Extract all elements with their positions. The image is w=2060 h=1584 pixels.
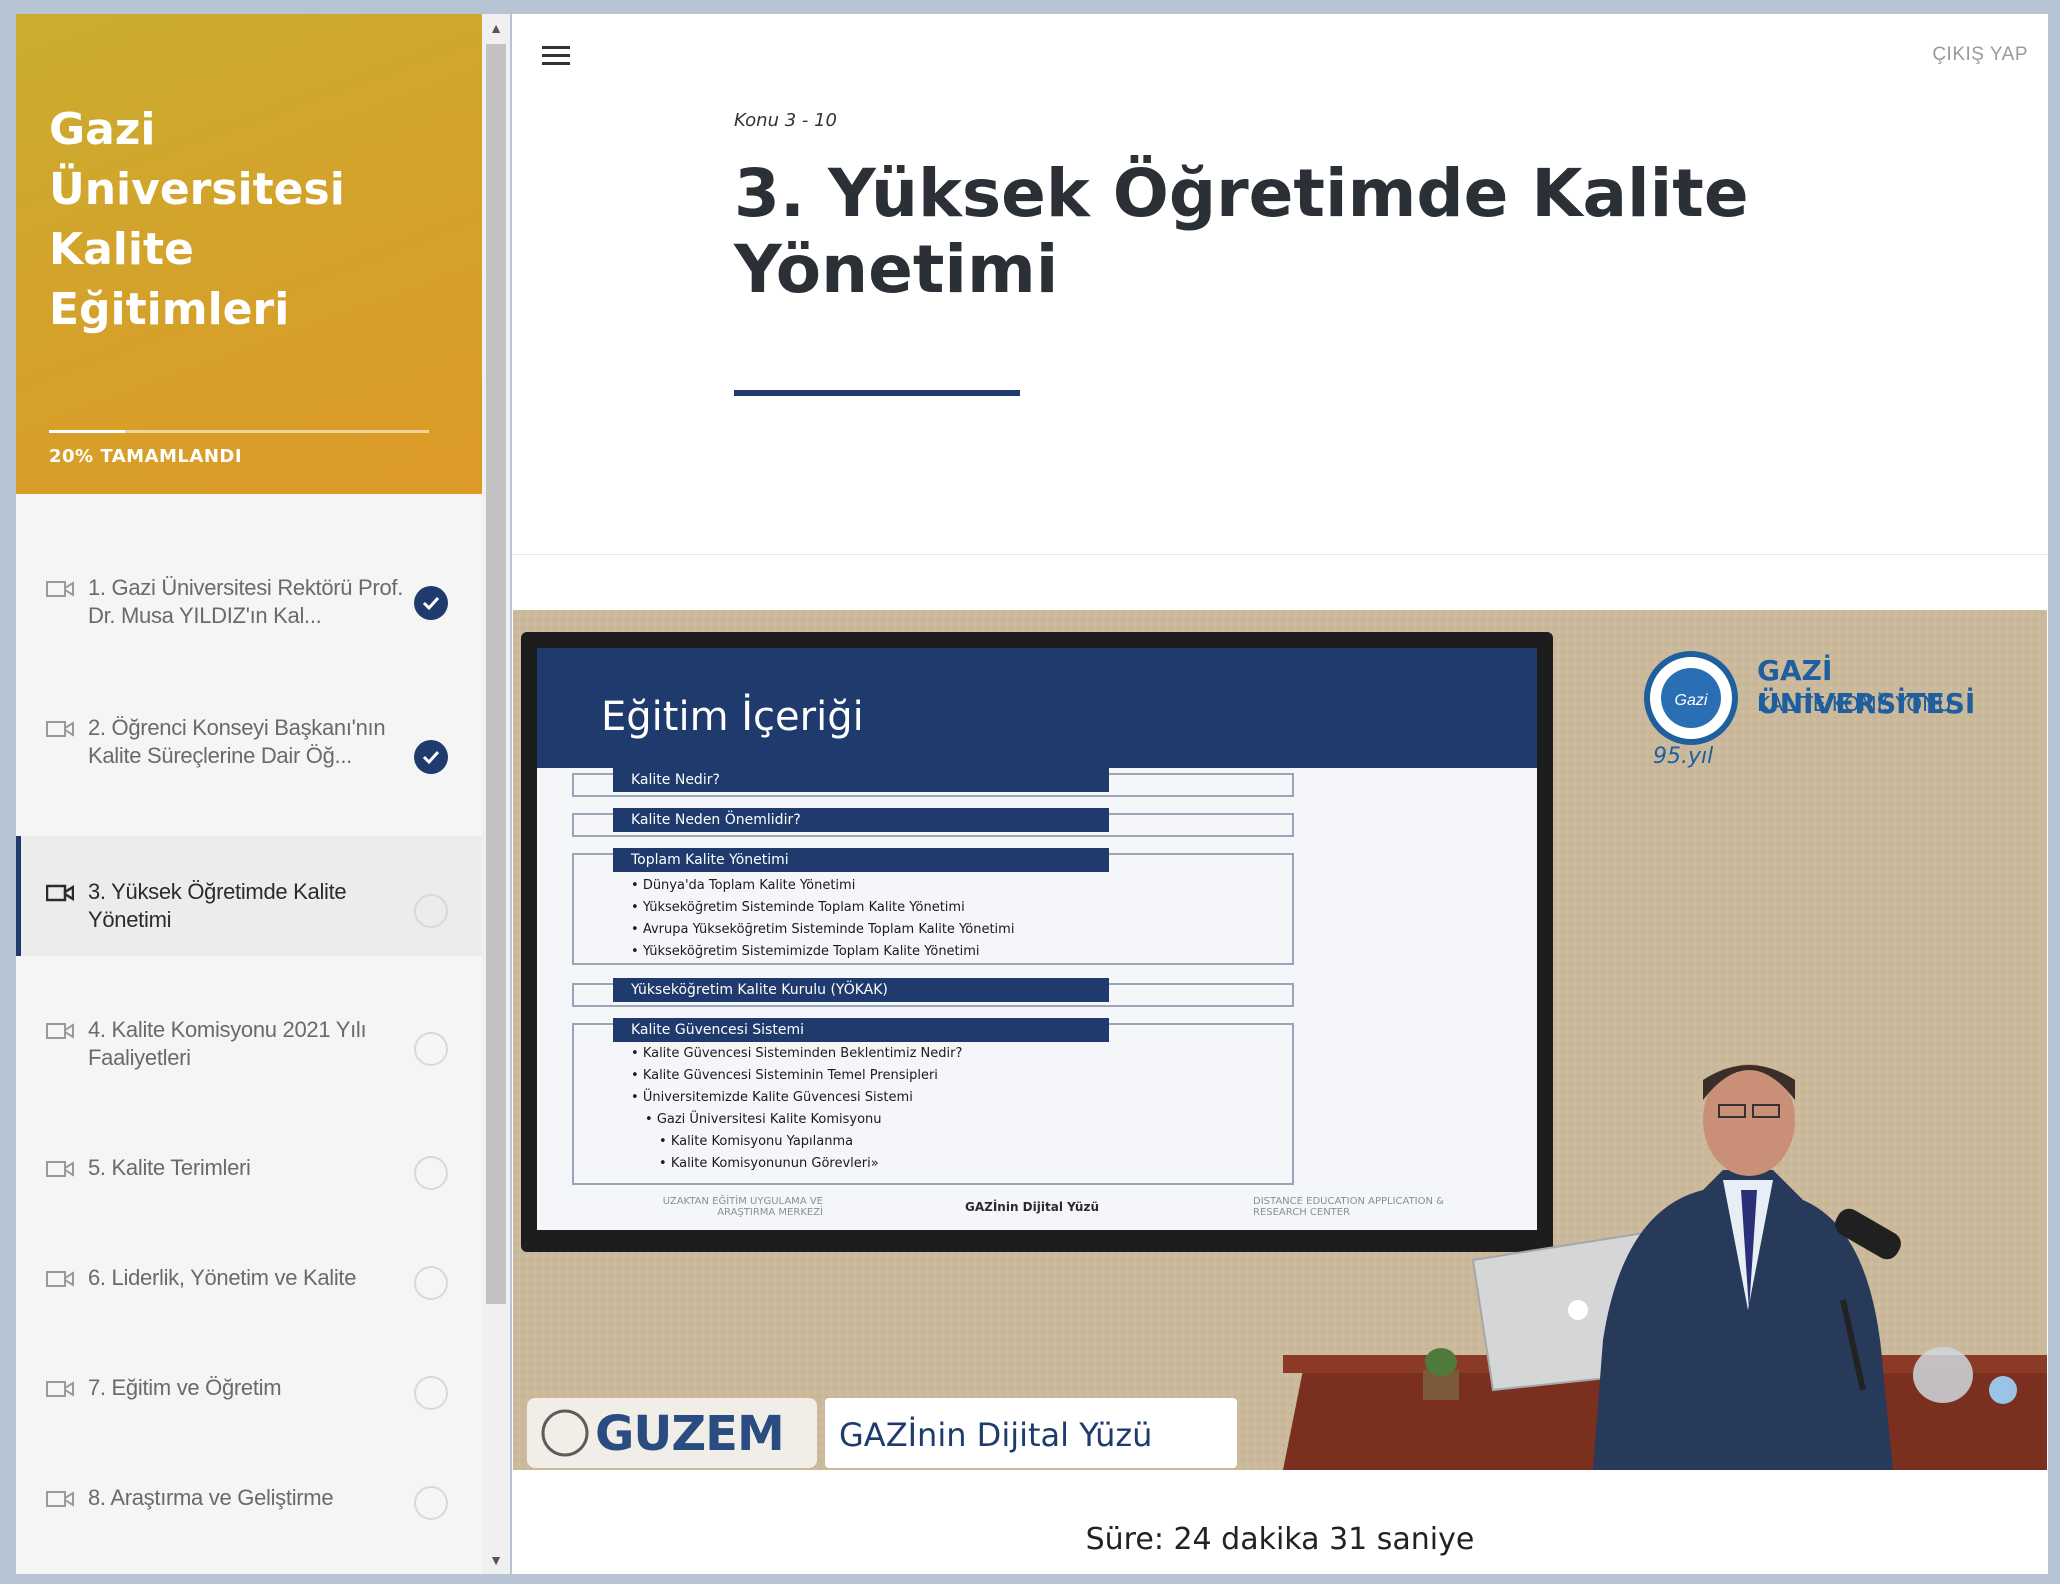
incomplete-circle-icon bbox=[414, 1486, 448, 1520]
video-camera-icon bbox=[46, 1381, 74, 1397]
incomplete-circle-icon bbox=[414, 1376, 448, 1410]
incomplete-circle-icon bbox=[414, 1156, 448, 1190]
slide-bullet: • Yükseköğretim Sisteminde Toplam Kalite… bbox=[631, 900, 965, 915]
scroll-down-arrow-icon[interactable]: ▼ bbox=[488, 1552, 504, 1568]
slide-heading: Kalite Neden Önemlidir? bbox=[631, 812, 801, 828]
lesson-label: 4. Kalite Komisyonu 2021 Yılı Faaliyetle… bbox=[88, 1017, 367, 1070]
lesson-item-4[interactable]: 4. Kalite Komisyonu 2021 Yılı Faaliyetle… bbox=[16, 976, 482, 1096]
slide-bullet: • Kalite Komisyonu Yapılanma bbox=[659, 1134, 854, 1149]
slide-heading: Toplam Kalite Yönetimi bbox=[631, 852, 789, 868]
lesson-label: 8. Araştırma ve Geliştirme bbox=[88, 1485, 334, 1510]
university-subtitle: KALİTE KOMİSYONU bbox=[1757, 692, 1952, 716]
active-indicator bbox=[16, 836, 21, 956]
course-progress-bar bbox=[49, 430, 429, 433]
video-camera-icon bbox=[46, 1491, 74, 1507]
section-divider bbox=[512, 554, 2048, 555]
course-header: Gazi Üniversitesi Kalite Eğitimleri 20% … bbox=[16, 14, 482, 494]
course-progress-label: 20% TAMAMLANDI bbox=[49, 446, 243, 467]
lesson-item-5[interactable]: 5. Kalite Terimleri bbox=[16, 1124, 482, 1224]
video-camera-icon bbox=[46, 1271, 74, 1287]
hamburger-menu-icon[interactable] bbox=[542, 46, 570, 68]
slide-bullet: • Kalite Güvencesi Sisteminin Temel Pren… bbox=[631, 1068, 938, 1083]
course-title: Gazi Üniversitesi Kalite Eğitimleri bbox=[49, 104, 345, 335]
lesson-label: 3. Yüksek Öğretimde Kalite Yönetimi bbox=[88, 879, 347, 932]
video-camera-icon bbox=[46, 1023, 74, 1039]
slide-bullet: • Üniversitemizde Kalite Güvencesi Siste… bbox=[631, 1090, 913, 1105]
lesson-item-7[interactable]: 7. Eğitim ve Öğretim bbox=[16, 1344, 482, 1444]
lesson-video-player[interactable]: Gazi Eğitim İçeriği Kalite Nedir? Kalite… bbox=[513, 610, 2047, 1470]
slide-heading: Yükseköğretim Kalite Kurulu (YÖKAK) bbox=[631, 982, 888, 998]
completed-check-icon bbox=[414, 586, 448, 620]
slide-title: Eğitim İçeriği bbox=[601, 694, 864, 740]
incomplete-circle-icon bbox=[414, 1032, 448, 1066]
incomplete-circle-icon bbox=[414, 894, 448, 928]
lesson-item-1[interactable]: 1. Gazi Üniversitesi Rektörü Prof. Dr. M… bbox=[16, 544, 482, 664]
slide-bullet: • Gazi Üniversitesi Kalite Komisyonu bbox=[645, 1112, 882, 1127]
anniversary-mark: 95.yıl bbox=[1653, 744, 1714, 769]
lesson-breadcrumb: Konu 3 - 10 bbox=[734, 110, 838, 131]
lesson-title: 3. Yüksek Öğretimde Kalite Yönetimi bbox=[734, 155, 1749, 308]
svg-text:Gazi: Gazi bbox=[1675, 692, 1708, 709]
slide-heading: Kalite Nedir? bbox=[631, 772, 720, 788]
sidebar-scrollbar[interactable]: ▲ ▼ bbox=[482, 14, 510, 1574]
logout-link[interactable]: ÇIKIŞ YAP bbox=[1932, 44, 2028, 66]
lesson-label: 2. Öğrenci Konseyi Başkanı'nın Kalite Sü… bbox=[88, 715, 386, 768]
lesson-item-6[interactable]: 6. Liderlik, Yönetim ve Kalite bbox=[16, 1234, 482, 1334]
lesson-item-2[interactable]: 2. Öğrenci Konseyi Başkanı'nın Kalite Sü… bbox=[16, 684, 482, 824]
slide-footer-right: DISTANCE EDUCATION APPLICATION & RESEARC… bbox=[1253, 1196, 1444, 1218]
slide-heading: Kalite Güvencesi Sistemi bbox=[631, 1022, 804, 1038]
slide-bullet: • Avrupa Yükseköğretim Sisteminde Toplam… bbox=[631, 922, 1015, 937]
lesson-item-3[interactable]: 3. Yüksek Öğretimde Kalite Yönetimi bbox=[16, 836, 482, 956]
title-underline bbox=[734, 390, 1020, 396]
completed-check-icon bbox=[414, 740, 448, 774]
lesson-label: 7. Eğitim ve Öğretim bbox=[88, 1375, 282, 1400]
video-camera-icon bbox=[46, 581, 74, 597]
course-progress-fill bbox=[49, 430, 125, 433]
incomplete-circle-icon bbox=[414, 1266, 448, 1300]
scroll-up-arrow-icon[interactable]: ▲ bbox=[488, 20, 504, 36]
video-camera-icon bbox=[46, 1161, 74, 1177]
gazi-digital-logo: GAZİnin Dijital Yüzü bbox=[839, 1416, 1153, 1454]
slide-bullet: • Kalite Güvencesi Sisteminden Beklentim… bbox=[631, 1046, 963, 1061]
video-camera-icon bbox=[46, 884, 74, 902]
slide-bullet: • Dünya'da Toplam Kalite Yönetimi bbox=[631, 878, 856, 893]
slide-footer-left: UZAKTAN EĞİTİM UYGULAMA VE ARAŞTIRMA MER… bbox=[662, 1196, 823, 1218]
slide-footer-center: GAZİnin Dijital Yüzü bbox=[965, 1200, 1099, 1214]
lesson-item-8[interactable]: 8. Araştırma ve Geliştirme bbox=[16, 1454, 482, 1554]
scrollbar-thumb[interactable] bbox=[486, 44, 506, 1304]
guzem-logo: GUZEM bbox=[595, 1406, 785, 1462]
slide-bullet: • Yükseköğretim Sistemimizde Toplam Kali… bbox=[631, 944, 980, 959]
lesson-content: ÇIKIŞ YAP Konu 3 - 10 3. Yüksek Öğretimd… bbox=[512, 14, 2048, 1574]
slide-bullet: • Kalite Komisyonunun Görevleri» bbox=[659, 1156, 879, 1171]
video-camera-icon bbox=[46, 721, 74, 737]
lesson-label: 6. Liderlik, Yönetim ve Kalite bbox=[88, 1265, 357, 1290]
course-sidebar: Gazi Üniversitesi Kalite Eğitimleri 20% … bbox=[16, 14, 482, 1574]
lesson-label: 5. Kalite Terimleri bbox=[88, 1155, 251, 1180]
lesson-label: 1. Gazi Üniversitesi Rektörü Prof. Dr. M… bbox=[88, 575, 404, 628]
video-duration: Süre: 24 dakika 31 saniye bbox=[1085, 1522, 1475, 1557]
